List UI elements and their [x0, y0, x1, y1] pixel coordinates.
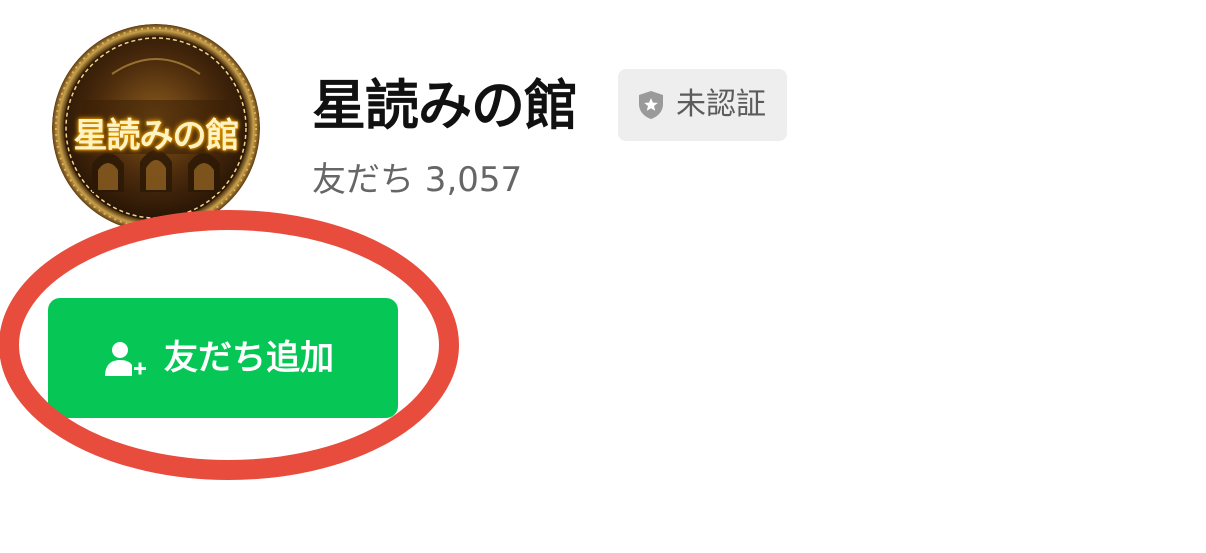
- verification-badge[interactable]: 未認証: [618, 69, 787, 141]
- avatar-title-text: 星読みの館: [73, 116, 240, 156]
- line-account-profile: 星読みの館 星読みの館 未認証 友だち 3,057 友だち追加: [0, 0, 1206, 553]
- shield-star-icon: [639, 91, 663, 119]
- account-name: 星読みの館: [312, 74, 578, 137]
- person-add-icon: [105, 342, 146, 376]
- friends-count: 友だち 3,057: [312, 160, 523, 200]
- add-friend-button-label: 友だち追加: [164, 338, 334, 378]
- verification-badge-label: 未認証: [676, 87, 766, 122]
- account-avatar[interactable]: 星読みの館: [52, 24, 260, 232]
